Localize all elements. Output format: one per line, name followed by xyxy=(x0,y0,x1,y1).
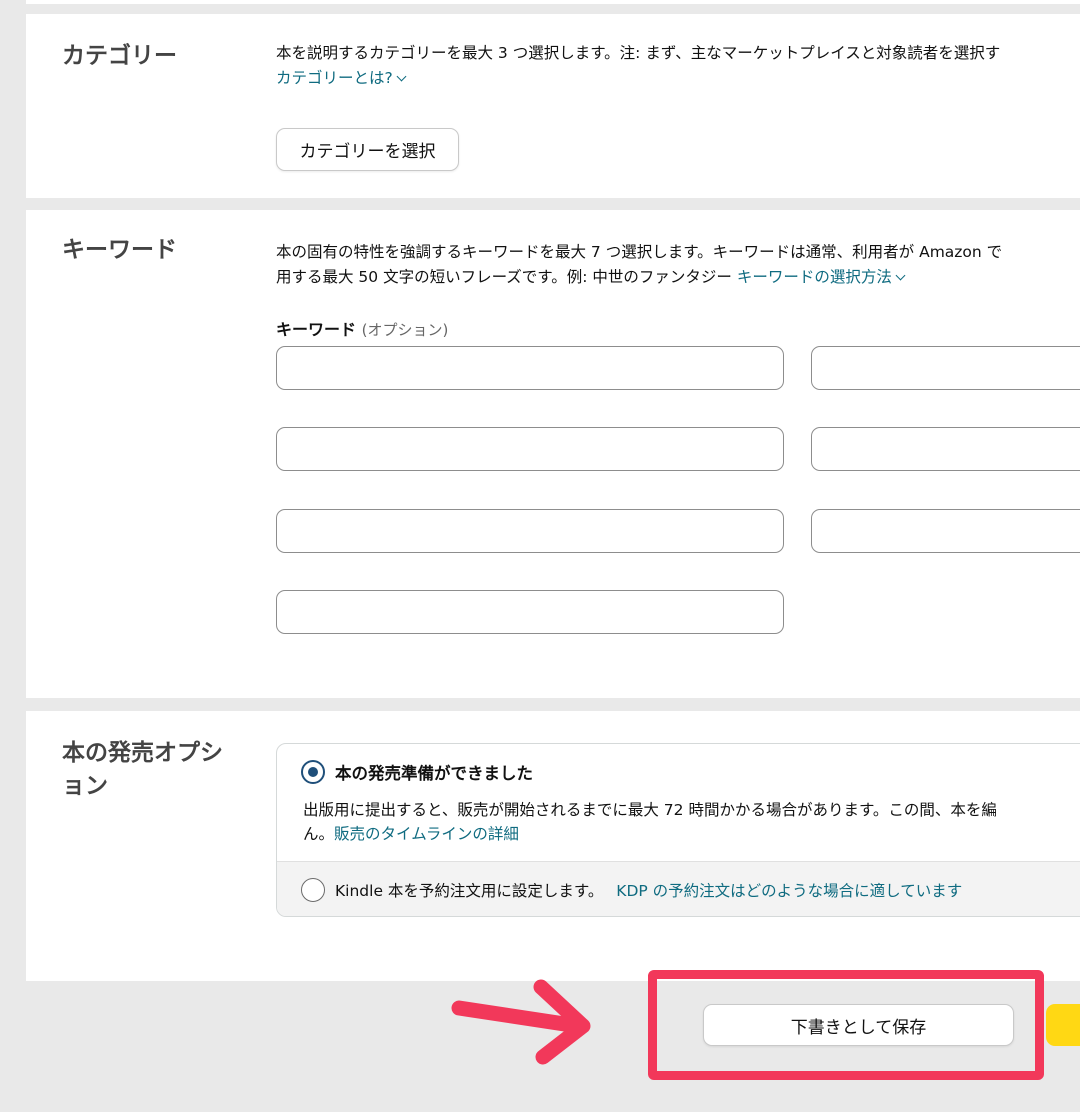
category-title: カテゴリー xyxy=(62,43,177,69)
release-option-preorder[interactable]: Kindle 本を予約注文用に設定します。 KDP の予約注文はどのような場合に… xyxy=(277,861,1080,916)
release-options-title: 本の発売オプション xyxy=(62,740,223,800)
keyword-input-2[interactable] xyxy=(811,346,1080,390)
release-options-section: 本の発売オプション 本の発売準備ができました 出版用に提出すると、販売が開始され… xyxy=(26,711,1080,981)
category-help-link[interactable]: カテゴリーとは? xyxy=(276,69,393,87)
keyword-help-link[interactable]: キーワードの選択方法 xyxy=(737,268,892,286)
keyword-input-6[interactable] xyxy=(811,509,1080,553)
keyword-input-3[interactable] xyxy=(276,427,784,471)
chevron-down-icon xyxy=(396,71,407,82)
keyword-description: 本の固有の特性を強調するキーワードを最大 7 つ選択します。キーワードは通常、利… xyxy=(276,243,1003,286)
keyword-title: キーワード xyxy=(62,237,177,263)
keyword-input-1[interactable] xyxy=(276,346,784,390)
chevron-down-icon xyxy=(895,270,906,281)
release-options-group: 本の発売準備ができました 出版用に提出すると、販売が開始されるまでに最大 72 … xyxy=(276,743,1080,917)
arrow-right-icon xyxy=(451,979,591,1065)
radio-ready[interactable] xyxy=(301,760,325,784)
release-option-preorder-label: Kindle 本を予約注文用に設定します。 xyxy=(335,882,604,900)
keyword-section: キーワード 本の固有の特性を強調するキーワードを最大 7 つ選択します。キーワー… xyxy=(26,210,1080,698)
keyword-input-5[interactable] xyxy=(276,509,784,553)
category-description: 本を説明するカテゴリーを最大 3 つ選択します。注: まず、主なマーケットプレイ… xyxy=(276,44,1001,87)
primary-button[interactable] xyxy=(1046,1004,1080,1046)
radio-preorder[interactable] xyxy=(301,878,325,902)
category-section: カテゴリー 本を説明するカテゴリーを最大 3 つ選択します。注: まず、主なマー… xyxy=(26,14,1080,198)
keyword-field-label: キーワード (オプション) xyxy=(276,320,449,339)
select-category-button[interactable]: カテゴリーを選択 xyxy=(276,128,459,171)
keyword-input-7[interactable] xyxy=(276,590,784,634)
sales-timeline-link[interactable]: 販売のタイムラインの詳細 xyxy=(334,825,519,843)
previous-panel xyxy=(26,0,1080,4)
release-option-ready-description: 出版用に提出すると、販売が開始されるまでに最大 72 時間かかる場合があります。… xyxy=(303,801,997,843)
release-option-ready[interactable]: 本の発売準備ができました 出版用に提出すると、販売が開始されるまでに最大 72 … xyxy=(277,744,1080,861)
highlight-box xyxy=(648,970,1044,1080)
keyword-input-4[interactable] xyxy=(811,427,1080,471)
release-option-ready-label: 本の発売準備ができました xyxy=(335,764,533,783)
preorder-help-link[interactable]: KDP の予約注文はどのような場合に適しています xyxy=(616,882,962,900)
